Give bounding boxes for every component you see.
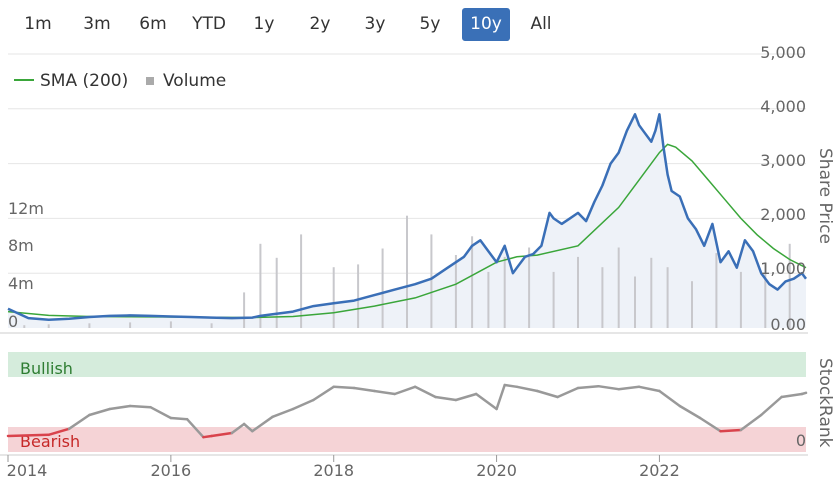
stockrank-segment [800, 391, 808, 396]
volume-bar [691, 281, 693, 328]
volume-bar [210, 323, 213, 328]
stockrank-segment [169, 416, 189, 421]
legend-volume-marker [146, 77, 154, 85]
price-tick-0: 0.00 [770, 315, 806, 334]
volume-bar [528, 247, 531, 328]
stockrank-segment [6, 433, 50, 438]
stockrank-segment [352, 386, 376, 393]
stockrank-segment [88, 407, 112, 417]
volume-bar [381, 248, 384, 328]
stockrank-segment [108, 404, 132, 411]
volume-bar [88, 323, 91, 328]
stockrank-segment [759, 395, 783, 417]
x-tick-label: 2018 [313, 461, 354, 480]
volume-bar [739, 271, 742, 328]
volume-bar [47, 324, 50, 328]
volume-bar [601, 267, 604, 328]
stockrank-segment [658, 389, 682, 408]
volume-bar [23, 325, 26, 328]
stockrank-segment [780, 392, 804, 399]
price-axis-title: Share Price [815, 148, 835, 244]
legend-sma-label: SMA (200) [40, 71, 128, 91]
volume-bar [129, 322, 132, 328]
stockrank-segment [434, 395, 458, 402]
stockrank-segment [617, 385, 641, 391]
price-tick-3000: 3,000 [760, 151, 806, 170]
price-tick-4000: 4,000 [760, 97, 806, 116]
stockrank-segment [413, 385, 437, 399]
volume-tick-12m: 12m [8, 199, 44, 218]
stockrank-segment [515, 385, 539, 393]
volume-bar [454, 255, 457, 328]
volume-bar [634, 276, 636, 328]
stockrank-segment [495, 383, 506, 411]
bullish-zone [8, 352, 806, 377]
stockrank-segment [637, 385, 661, 393]
volume-bar [471, 236, 474, 328]
stockrank-segment [312, 385, 335, 402]
bearish-zone [8, 427, 806, 452]
stockrank-segment [373, 389, 397, 396]
stockrank-tick-0: 0 [796, 431, 806, 450]
stock-chart: SMA (200) Volume 5,000 4,000 3,000 2,000… [0, 43, 835, 480]
bullish-label: Bullish [20, 359, 73, 378]
stockrank-segment [67, 413, 91, 431]
stockrank-segment [576, 384, 600, 390]
stockrank-segment [556, 386, 580, 399]
price-tick-1000: 1,000 [760, 259, 806, 278]
stockrank-segment [128, 404, 152, 409]
stockrank-segment [291, 398, 315, 411]
legend: SMA (200) Volume [14, 71, 226, 91]
x-tick-label: 2022 [639, 461, 680, 480]
volume-tick-4m: 4m [8, 274, 34, 293]
volume-bar [243, 292, 246, 328]
price-tick-2000: 2,000 [760, 205, 806, 224]
volume-bar [650, 257, 653, 328]
volume-bar [715, 253, 718, 328]
volume-tick-0: 0 [8, 312, 18, 331]
stockrank-segment [474, 392, 498, 411]
stockrank-segment [597, 384, 620, 391]
volume-bar [300, 234, 303, 328]
volume-bar [406, 215, 408, 328]
x-tick-label: 2016 [150, 461, 191, 480]
stockrank-segment [719, 428, 743, 433]
x-tick-label: 2020 [476, 461, 517, 480]
volume-bar [357, 264, 360, 328]
stockrank-segment [271, 407, 295, 419]
volume-bar [487, 271, 490, 328]
price-tick-5000: 5,000 [760, 43, 806, 62]
stockrank-segment [503, 383, 519, 389]
volume-bar [169, 321, 172, 328]
volume-bar [577, 256, 579, 328]
stockrank-segment [149, 405, 173, 420]
volume-bar [552, 271, 555, 328]
volume-bar [617, 247, 620, 328]
legend-volume-label: Volume [163, 71, 226, 91]
volume-bar [503, 256, 506, 328]
stockrank-segment [332, 385, 356, 390]
x-tick-label: 2014 [7, 461, 48, 480]
stockrank-segment [393, 385, 417, 396]
stockrank-segment [454, 392, 478, 402]
stockrank-segment [536, 389, 559, 399]
volume-bar [332, 267, 335, 328]
stockrank-axis-title: StockRank [815, 358, 835, 448]
x-axis: 2014 2016 2018 2020 2022 [7, 455, 680, 480]
stockrank-segment [678, 404, 702, 420]
volume-bar [666, 267, 669, 328]
volume-bar [430, 234, 433, 328]
volume-tick-8m: 8m [8, 236, 34, 255]
